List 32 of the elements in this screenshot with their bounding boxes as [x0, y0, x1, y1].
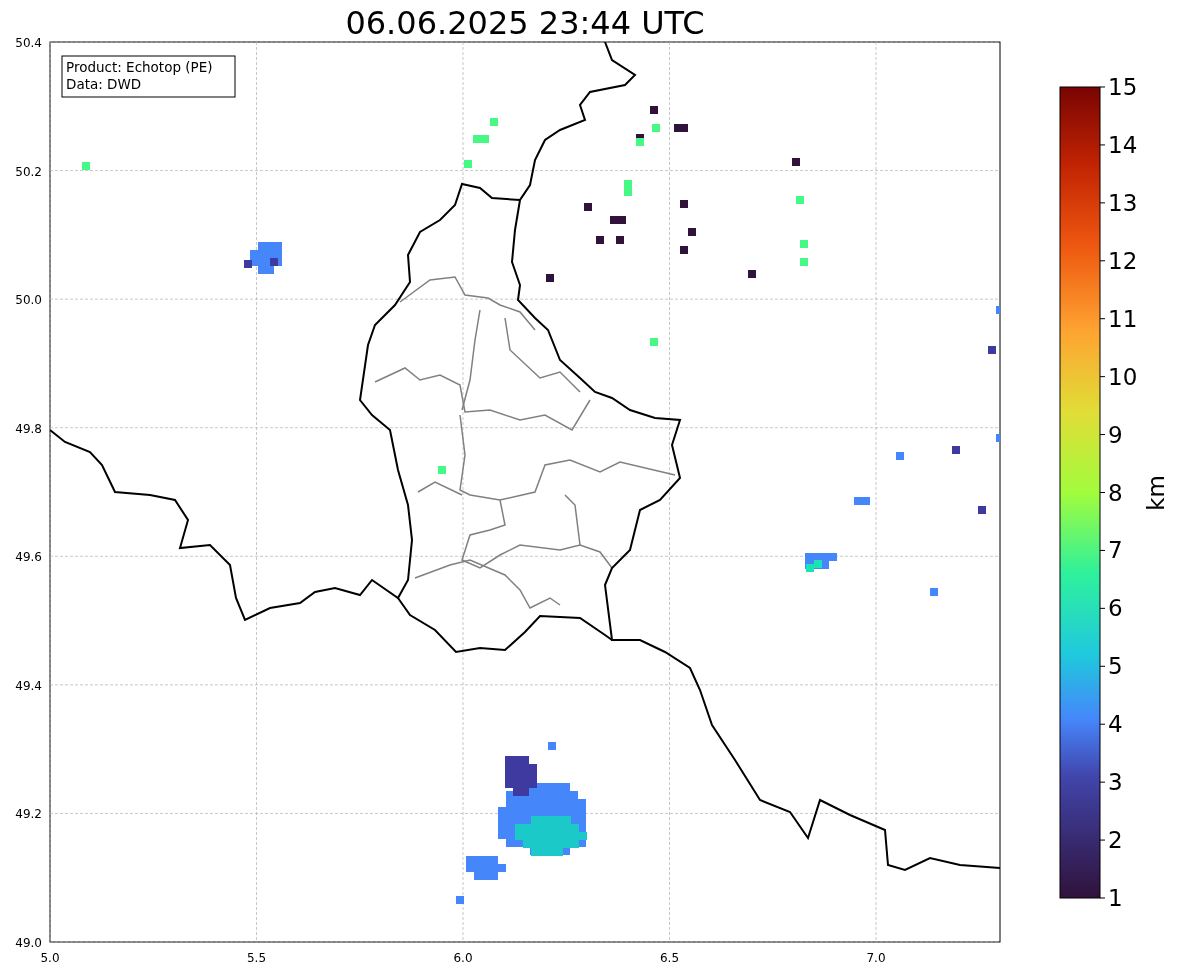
colorbar-tick-label: 6 [1108, 595, 1123, 622]
x-tick-label: 6.5 [659, 951, 680, 965]
colorbar-tick-label: 2 [1108, 827, 1123, 854]
colorbar-tick-label: 5 [1108, 653, 1123, 680]
y-tick-label: 50.4 [15, 36, 42, 50]
colorbar-tick-label: 9 [1108, 421, 1123, 448]
colorbar-tick-label: 12 [1108, 247, 1138, 274]
y-tick-label: 49.0 [15, 936, 42, 950]
colorbar-tick-label: 4 [1108, 711, 1123, 738]
plot-title: 06.06.2025 23:44 UTC [345, 4, 705, 42]
x-tick-label: 7.0 [866, 951, 886, 965]
y-tick-label: 49.8 [15, 421, 42, 436]
colorbar-tick-label: 14 [1108, 131, 1138, 158]
info-text: Product: Echotop (PE) [66, 59, 213, 75]
colorbar-tick-label: 7 [1108, 537, 1123, 564]
x-tick-label: 5.0 [40, 951, 60, 965]
colorbar-tick-label: 13 [1108, 189, 1138, 216]
y-tick-label: 49.4 [15, 678, 42, 693]
colorbar-tick-label: 11 [1108, 305, 1138, 332]
x-tick-label: 5.5 [246, 951, 267, 965]
colorbar-tick-label: 3 [1108, 769, 1123, 796]
y-tick-label: 49.6 [15, 550, 42, 565]
info-text: Data: DWD [66, 76, 142, 92]
x-tick-label: 6.0 [453, 951, 473, 965]
colorbar-label: km [1143, 475, 1169, 511]
colorbar-tick-label: 15 [1108, 74, 1138, 100]
colorbar-tick-label: 8 [1108, 479, 1123, 506]
y-tick-label: 50.0 [15, 293, 42, 308]
colorbar-tick-label: 1 [1108, 885, 1123, 911]
y-tick-label: 49.2 [15, 807, 42, 822]
y-tick-label: 50.2 [15, 164, 42, 179]
colorbar-tick-label: 10 [1108, 363, 1138, 390]
